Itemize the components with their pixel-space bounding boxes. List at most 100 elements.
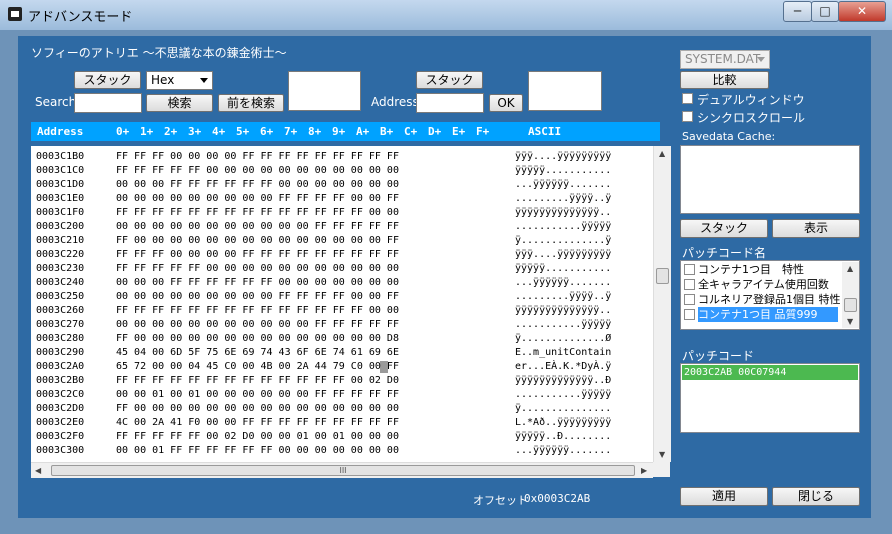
hex-row[interactable]: 0003C2F0 FF FF FF FF FF 00 02 D0 00 00 01… [31, 430, 651, 444]
address-preview-box[interactable] [528, 71, 602, 111]
scroll-corner [653, 462, 670, 477]
cache-stack-button[interactable]: スタック [680, 219, 768, 238]
patch-list-scrollbar[interactable]: ▲ ▼ [842, 262, 859, 328]
prev-search-button[interactable]: 前を検索 [218, 94, 284, 112]
hex-row[interactable]: 0003C230 FF FF FF FF FF 00 00 00 00 00 00… [31, 262, 651, 276]
scroll-left-icon[interactable]: ◀ [35, 466, 41, 475]
offset-label: オフセット [473, 494, 528, 507]
hex-row[interactable]: 0003C240 00 00 00 FF FF FF FF FF FF 00 00… [31, 276, 651, 290]
scroll-up-icon[interactable]: ▲ [847, 264, 853, 273]
hex-header-col: C+ [404, 125, 418, 138]
dual-window-checkbox[interactable] [682, 93, 693, 104]
hex-row[interactable]: 0003C1B0 FF FF FF 00 00 00 00 FF FF FF FF… [31, 150, 651, 164]
hex-row[interactable]: 0003C1C0 FF FF FF FF FF 00 00 00 00 00 00… [31, 164, 651, 178]
hex-header-col: 3+ [188, 125, 202, 138]
hex-header-col: 0+ [116, 125, 130, 138]
patch-checkbox[interactable] [684, 294, 695, 305]
hex-header: Address 0+ 1+ 2+ 3+ 4+ 5+ 6+ 7+ 8+ 9+ A+… [31, 122, 660, 141]
hex-row[interactable]: 0003C1F0 FF FF FF FF FF FF FF FF FF FF FF… [31, 206, 651, 220]
hex-row[interactable]: 0003C1D0 00 00 00 FF FF FF FF FF FF 00 00… [31, 178, 651, 192]
close-window-button[interactable]: ✕ [838, 1, 886, 22]
chevron-down-icon [757, 57, 765, 62]
savedata-cache-label: Savedata Cache: [682, 130, 776, 143]
offset-value: 0x0003C2AB [524, 492, 591, 505]
patch-names-list[interactable]: コンテナ1つ目 特性 全キャラアイテム使用回数 コルネリア登録品1個目 特性 コ… [680, 260, 860, 330]
scroll-down-icon[interactable]: ▼ [659, 450, 665, 459]
patch-checkbox[interactable] [684, 309, 695, 320]
hex-row[interactable]: 0003C270 00 00 00 00 00 00 00 00 00 00 00… [31, 318, 651, 332]
chevron-down-icon [200, 78, 208, 83]
file-select[interactable]: SYSTEM.DAT [680, 50, 770, 69]
hex-row[interactable]: 0003C210 FF 00 00 00 00 00 00 00 00 00 00… [31, 234, 651, 248]
hex-row[interactable]: 0003C250 00 00 00 00 00 00 00 00 00 FF FF… [31, 290, 651, 304]
hex-header-col: 6+ [260, 125, 274, 138]
horizontal-scroll-thumb[interactable]: III [51, 465, 635, 476]
address-input[interactable] [416, 93, 484, 113]
savedata-cache-list[interactable] [680, 145, 860, 214]
scroll-down-icon[interactable]: ▼ [847, 317, 853, 326]
search-input[interactable] [74, 93, 142, 113]
search-mode-select[interactable]: Hex [146, 71, 213, 90]
hex-horizontal-scrollbar[interactable]: ◀ III ▶ [31, 462, 653, 478]
patch-scroll-thumb[interactable] [844, 298, 857, 312]
minimize-button[interactable]: ─ [783, 1, 812, 22]
hex-row[interactable]: 0003C200 00 00 00 00 00 00 00 00 00 00 00… [31, 220, 651, 234]
hex-header-col: 9+ [332, 125, 346, 138]
hex-row[interactable]: 0003C280 FF 00 00 00 00 00 00 00 00 00 00… [31, 332, 651, 346]
search-mode-value: Hex [151, 73, 175, 87]
hex-header-address: Address [37, 125, 84, 138]
sync-scroll-checkbox[interactable] [682, 111, 693, 122]
address-stack-button[interactable]: スタック [416, 71, 483, 89]
hex-header-col: 2+ [164, 125, 178, 138]
file-select-value: SYSTEM.DAT [685, 52, 761, 66]
hex-header-col: D+ [428, 125, 442, 138]
scroll-up-icon[interactable]: ▲ [659, 149, 665, 158]
hex-row[interactable]: 0003C290 45 04 00 6D 5F 75 6E 69 74 43 6F… [31, 346, 651, 360]
hex-row[interactable]: 0003C260 FF FF FF FF FF FF FF FF FF FF FF… [31, 304, 651, 318]
hex-row[interactable]: 0003C2C0 00 00 01 00 01 00 00 00 00 00 00… [31, 388, 651, 402]
hex-header-col: 1+ [140, 125, 154, 138]
hex-header-ascii: ASCII [528, 125, 562, 138]
hex-vertical-scrollbar[interactable]: ▲ ▼ [653, 146, 671, 462]
apply-button[interactable]: 適用 [680, 487, 768, 506]
search-label: Search [35, 95, 77, 109]
ok-button[interactable]: OK [489, 94, 523, 112]
app-icon [8, 7, 22, 21]
search-button[interactable]: 検索 [146, 94, 213, 112]
hex-header-col: 7+ [284, 125, 298, 138]
hex-row[interactable]: 0003C2E0 4C 00 2A 41 F0 00 00 FF FF FF FF… [31, 416, 651, 430]
address-label: Address [371, 95, 419, 109]
game-title: ソフィーのアトリエ ～不思議な本の錬金術士～ [31, 46, 287, 60]
patch-name-item[interactable]: コルネリア登録品1個目 特性 [698, 292, 841, 307]
patch-code-box[interactable]: 2003C2AB 00C07944 [680, 363, 860, 433]
compare-button[interactable]: 比較 [680, 71, 769, 89]
search-preview-box[interactable] [288, 71, 361, 111]
patch-code-line[interactable]: 2003C2AB 00C07944 [682, 365, 858, 380]
hex-row[interactable]: 0003C2B0 FF FF FF FF FF FF FF FF FF FF FF… [31, 374, 651, 388]
hex-row[interactable]: 0003C2D0 FF 00 00 00 00 00 00 00 00 00 00… [31, 402, 651, 416]
patch-name-item[interactable]: 全キャラアイテム使用回数 [698, 277, 829, 292]
patch-checkbox[interactable] [684, 264, 695, 275]
hex-header-col: A+ [356, 125, 370, 138]
search-stack-button[interactable]: スタック [74, 71, 141, 89]
patch-code-label: パッチコード [682, 349, 755, 363]
patch-name-item-selected[interactable]: コンテナ1つ目 品質999 [698, 307, 838, 322]
patch-checkbox[interactable] [684, 279, 695, 290]
hex-header-col: B+ [380, 125, 394, 138]
vertical-scroll-thumb[interactable] [656, 268, 669, 284]
close-button[interactable]: 閉じる [772, 487, 860, 506]
window-title: アドバンスモード [28, 10, 133, 25]
hex-row[interactable]: 0003C220 FF FF FF 00 00 00 00 FF FF FF FF… [31, 248, 651, 262]
maximize-button[interactable]: □ [811, 1, 839, 22]
hex-view[interactable]: 0003C1B0 FF FF FF 00 00 00 00 FF FF FF FF… [31, 146, 670, 477]
sync-scroll-label: シンクロスクロール [697, 111, 806, 125]
hex-row[interactable]: 0003C2A0 65 72 00 00 04 45 C0 00 4B 00 2… [31, 360, 651, 374]
hex-row[interactable]: 0003C1E0 00 00 00 00 00 00 00 00 00 FF FF… [31, 192, 651, 206]
scroll-right-icon[interactable]: ▶ [641, 466, 647, 475]
patch-names-label: パッチコード名 [682, 246, 767, 260]
hex-header-col: 8+ [308, 125, 322, 138]
show-button[interactable]: 表示 [772, 219, 860, 238]
dual-window-label: デュアルウィンドウ [697, 93, 805, 107]
hex-row[interactable]: 0003C300 00 00 01 FF FF FF FF FF FF 00 00… [31, 444, 651, 458]
patch-name-item[interactable]: コンテナ1つ目 特性 [698, 262, 804, 277]
